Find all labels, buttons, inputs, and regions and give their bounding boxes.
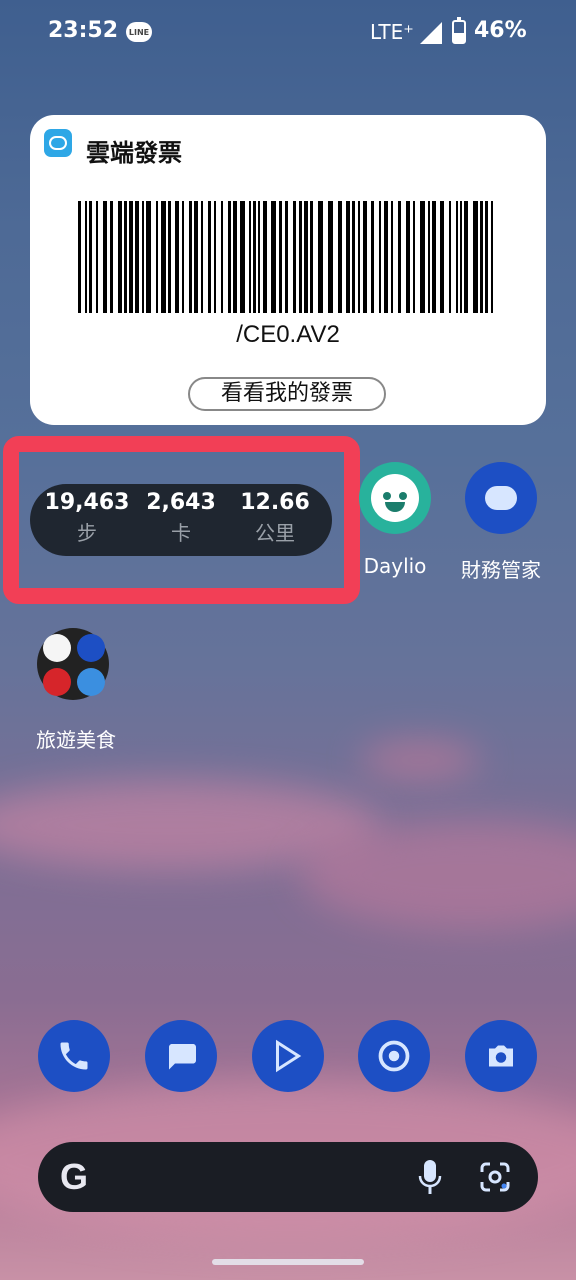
folder-label: 旅遊美食 (36, 728, 116, 752)
steps-value: 19,463 (44, 490, 130, 515)
steps-stat: 19,463 步 (42, 490, 132, 546)
gesture-nav-bar[interactable] (212, 1259, 364, 1265)
parking-app-icon (77, 634, 105, 662)
line-notification-icon: LINE (126, 22, 152, 42)
daylio-icon (359, 462, 431, 534)
invoice-widget[interactable]: 雲端發票 /CE0.AV2 看看我的發票 (30, 115, 546, 425)
google-search-bar[interactable]: G (38, 1142, 538, 1212)
app-folder-travel-food[interactable] (37, 628, 109, 700)
app-daylio[interactable]: Daylio (340, 462, 450, 578)
calories-unit: 卡 (171, 521, 191, 545)
distance-value: 12.66 (240, 490, 310, 515)
signal-icon (420, 22, 442, 44)
barcode[interactable] (78, 201, 496, 313)
network-type: LTE⁺ (370, 20, 414, 44)
fitness-stats-widget[interactable]: 19,463 步 2,643 卡 12.66 公里 (30, 484, 332, 556)
play-store-icon[interactable] (252, 1020, 324, 1092)
cloud-invoice-app-icon (44, 129, 72, 157)
restaurant-app-icon (43, 668, 71, 696)
camera-icon[interactable] (465, 1020, 537, 1092)
steps-unit: 步 (77, 521, 97, 545)
mic-icon[interactable] (418, 1158, 442, 1196)
map-app-icon (43, 634, 71, 662)
app-finance[interactable]: 財務管家 (446, 462, 556, 583)
piggy-bank-icon (465, 462, 537, 534)
messages-icon[interactable] (145, 1020, 217, 1092)
app-daylio-label: Daylio (363, 554, 427, 578)
distance-unit: 公里 (255, 521, 295, 545)
app-finance-label: 財務管家 (461, 558, 541, 582)
battery-percent: 46% (474, 18, 527, 43)
view-invoices-button[interactable]: 看看我的發票 (188, 377, 386, 411)
status-bar: 23:52 LINE LTE⁺ 46% (0, 0, 576, 64)
calories-value: 2,643 (146, 490, 216, 515)
phone-icon[interactable] (38, 1020, 110, 1092)
chrome-icon[interactable] (358, 1020, 430, 1092)
invoice-widget-title: 雲端發票 (86, 139, 182, 167)
clock: 23:52 (48, 18, 119, 43)
bus-app-icon (77, 668, 105, 696)
barcode-text: /CE0.AV2 (236, 321, 340, 348)
battery-icon (452, 17, 466, 44)
google-logo-icon: G (60, 1156, 89, 1197)
distance-stat: 12.66 公里 (230, 490, 320, 546)
google-lens-icon[interactable] (478, 1160, 512, 1194)
calories-stat: 2,643 卡 (136, 490, 226, 546)
